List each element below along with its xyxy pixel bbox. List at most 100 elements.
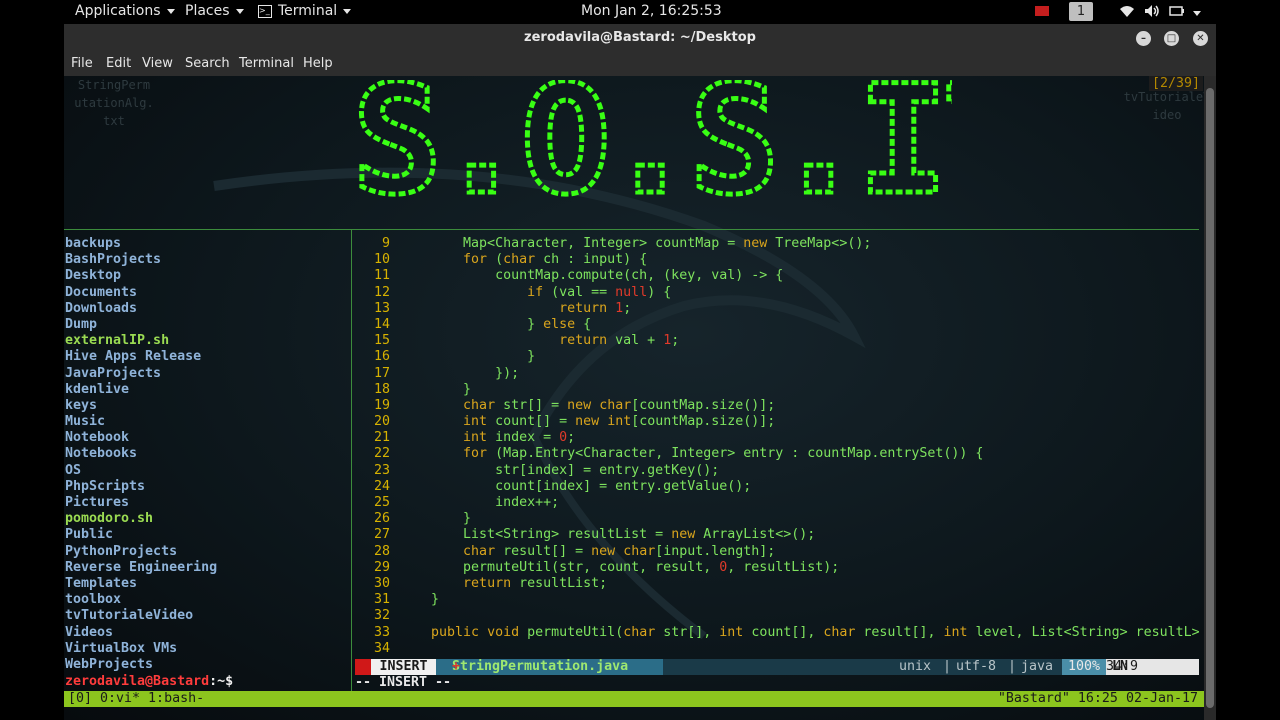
list-item: Downloads: [65, 300, 138, 316]
vim-percent: 100%: [1062, 659, 1106, 675]
code-text: });: [399, 365, 520, 381]
code-text: for (Map.Entry<Character, Integer> entry…: [463, 446, 984, 462]
menu-edit[interactable]: Edit: [106, 56, 131, 71]
list-item: PythonProjects: [65, 543, 178, 559]
recording-indicator-icon[interactable]: [1034, 4, 1050, 22]
prompt-path: :~$: [209, 674, 234, 689]
code-text: public void permuteUtil(char str[], int …: [431, 624, 1199, 640]
places-menu[interactable]: Places: [185, 3, 244, 19]
workspace-indicator[interactable]: 1: [1069, 2, 1093, 21]
vim-editor[interactable]: 9 Map<Character, Integer> countMap = new…: [354, 236, 1199, 657]
line-number: 26: [373, 511, 390, 527]
window-titlebar[interactable]: zerodavila@Bastard: ~/Desktop – □ ✕: [64, 24, 1216, 52]
terminal-content[interactable]: StringPerm utationAlg. txt tvTutorialeV …: [64, 76, 1210, 720]
line-number: 17: [373, 365, 390, 381]
code-text: char str[] = new char[countMap.size()];: [463, 397, 776, 413]
ghost-text: StringPerm: [77, 78, 151, 92]
list-item: Reverse Engineering: [65, 559, 218, 575]
tmux-windows[interactable]: [0] 0:vi* 1:bash-: [68, 691, 204, 707]
line-number: 25: [373, 495, 390, 510]
vim-mode: INSERT: [371, 659, 436, 675]
vim-encoding: utf-8: [956, 659, 997, 674]
desktop-folder-ghost: tvTutorialeV ideo: [1122, 88, 1212, 124]
code-text: }: [399, 381, 472, 397]
vim-cursor-position: 34:9: [1106, 659, 1139, 674]
line-number: 20: [373, 414, 390, 430]
power-battery-icon[interactable]: [1169, 4, 1185, 22]
line-number: 13: [373, 300, 390, 316]
scrollbar-thumb[interactable]: [1206, 88, 1214, 708]
code-line: 23 str[index] = entry.getKey();: [354, 463, 1199, 479]
top-panel: Applications Places >_ Terminal Mon Jan 2…: [0, 0, 1280, 24]
list-item: kdenlive: [65, 381, 130, 397]
code-text: } else {: [399, 316, 592, 332]
menu-bar: File Edit View Search Terminal Help: [64, 52, 1216, 76]
code-text: }: [399, 592, 440, 608]
line-number: 30: [373, 575, 390, 591]
code-text: int count[] = new int[countMap.size()];: [463, 414, 776, 430]
code-text: if (val == null) {: [527, 284, 672, 300]
code-text: return val + 1;: [559, 333, 680, 349]
line-number: 18: [373, 381, 390, 397]
list-item: Templates: [65, 575, 138, 591]
line-number: 31: [373, 592, 390, 608]
vim-modified-flag: +: [452, 659, 461, 674]
line-number: 24: [373, 478, 390, 494]
list-item: Music: [65, 414, 106, 430]
code-line: 20 int count[] = new int[countMap.size()…: [354, 414, 1199, 430]
directory-listing: backups BashProjects Desktop Documents Downl…: [65, 236, 217, 673]
line-number: 33: [373, 624, 390, 640]
code-line: 31 }: [354, 592, 1199, 608]
minimize-icon[interactable]: –: [1136, 31, 1151, 46]
clock[interactable]: Mon Jan 2, 16:25:53: [581, 3, 722, 19]
vim-filetype: java: [1021, 659, 1054, 674]
code-line: 28 char result[] = new char[input.length…: [354, 544, 1199, 560]
list-item: pomodoro.sh: [65, 511, 154, 527]
list-item: JavaProjects: [65, 365, 162, 381]
terminal-app-menu[interactable]: >_ Terminal: [258, 3, 352, 19]
line-number: 16: [373, 349, 390, 365]
volume-icon[interactable]: [1144, 4, 1160, 22]
close-icon[interactable]: ✕: [1193, 31, 1208, 46]
list-item: Documents: [65, 284, 138, 300]
menu-terminal[interactable]: Terminal: [239, 56, 294, 71]
terminal-icon: >_: [258, 4, 272, 18]
shell-prompt[interactable]: zerodavila@Bastard:~$: [65, 674, 233, 690]
vim-statusline: INSERT StringPermutation.java + unix | u…: [355, 659, 1199, 675]
line-number: 27: [373, 527, 390, 543]
menu-search[interactable]: Search: [185, 56, 230, 71]
applications-menu[interactable]: Applications: [75, 3, 175, 19]
code-line: 16 }: [354, 349, 1199, 365]
code-text: permuteUtil(str, count, result, 0, resul…: [399, 559, 840, 575]
code-text: Map<Character, Integer> countMap = new T…: [399, 236, 872, 251]
pane-separator-vertical: [351, 230, 352, 692]
menu-help[interactable]: Help: [303, 56, 333, 71]
code-line: 9 Map<Character, Integer> countMap = new…: [354, 236, 1199, 252]
line-number: 32: [373, 608, 390, 624]
ghost-text: txt: [103, 114, 125, 128]
menu-file[interactable]: File: [71, 56, 93, 71]
scrollbar[interactable]: [1204, 76, 1216, 720]
list-item: keys: [65, 397, 98, 413]
code-text: for (char ch : input) {: [463, 252, 648, 268]
prompt-user: zerodavila@Bastard: [65, 674, 210, 689]
code-text: return resultList;: [463, 575, 608, 591]
line-number: 12: [373, 284, 390, 300]
list-item: externalIP.sh: [65, 333, 170, 349]
line-number: 22: [373, 446, 390, 462]
line-number: 34: [373, 640, 390, 656]
terminal-label: Terminal: [278, 3, 338, 19]
list-item: OS: [65, 462, 82, 478]
wifi-icon[interactable]: [1119, 4, 1135, 22]
code-line: 34: [354, 641, 1199, 657]
pane-separator-horizontal: [64, 229, 1199, 230]
maximize-icon[interactable]: □: [1164, 31, 1179, 46]
vim-position-box: LN 34:9: [1106, 659, 1199, 675]
logo-text: S.O.S.IT: [352, 80, 952, 220]
system-menu-chevron-icon[interactable]: [1193, 5, 1201, 21]
code-line: 32: [354, 608, 1199, 624]
list-item: tvTutorialeVideo: [65, 608, 194, 624]
code-line: 29 permuteUtil(str, count, result, 0, re…: [354, 560, 1199, 576]
menu-view[interactable]: View: [142, 56, 173, 71]
tmux-host-clock: "Bastard" 16:25 02-Jan-17: [997, 691, 1198, 706]
